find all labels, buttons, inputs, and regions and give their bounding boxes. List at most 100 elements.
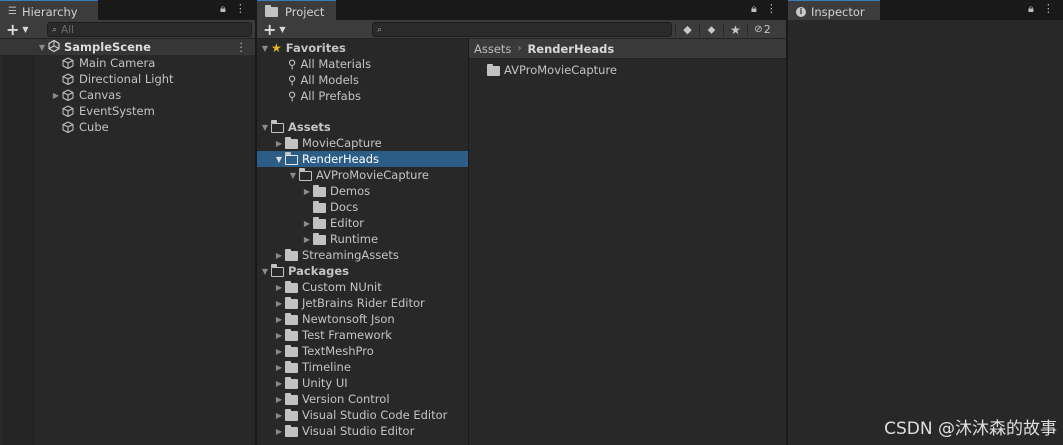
collapsed-arrow-icon[interactable]: ▶ [273,395,285,404]
favorite-item[interactable]: ⚲ All Materials [288,56,371,72]
gameobject-cube-icon [62,89,74,101]
package-label: Unity UI [302,376,348,390]
favorites-label: Favorites [285,41,346,55]
package-item[interactable]: ▶ Test Framework [273,327,392,343]
dropdown-arrow-icon: ▼ [279,25,286,34]
hierarchy-item[interactable]: Directional Light [62,71,174,87]
folder-icon [285,360,298,373]
lock-icon[interactable]: 🔒︎ [220,2,226,16]
collapsed-arrow-icon[interactable]: ▶ [301,235,313,244]
package-item[interactable]: ▶ Custom NUnit [273,279,382,295]
hierarchy-item[interactable]: ▶ Canvas [50,87,121,103]
expand-arrow-icon[interactable]: ▼ [259,267,271,276]
scene-row[interactable]: ▼ SampleScene ⋮ [0,39,255,55]
folder-icon [285,312,298,325]
folder-item-selected[interactable]: ▼ RenderHeads [273,151,379,167]
tab-inspector[interactable]: i Inspector [788,0,880,20]
collapsed-arrow-icon[interactable]: ▶ [50,91,62,100]
favorites-header[interactable]: ▼ ★ Favorites [259,40,346,56]
collapsed-arrow-icon[interactable]: ▶ [273,347,285,356]
gameobject-cube-icon [62,73,74,85]
package-item[interactable]: ▶ Visual Studio Editor [273,423,414,439]
folder-label: RenderHeads [302,152,380,166]
favorite-item[interactable]: ⚲ All Models [288,72,359,88]
folder-icon [285,408,298,421]
folder-icon [285,424,298,437]
package-label: Custom NUnit [302,280,382,294]
folder-label: MovieCapture [302,136,382,150]
collapsed-arrow-icon[interactable]: ▶ [273,411,285,420]
package-item[interactable]: ▶ Newtonsoft Json [273,311,395,327]
folder-label: Demos [330,184,371,198]
collapsed-arrow-icon[interactable]: ▶ [273,315,285,324]
breadcrumb-item[interactable]: Assets [474,42,511,56]
package-label: Newtonsoft Json [302,312,395,326]
package-label: Test Framework [302,328,392,342]
package-item[interactable]: ▶ TextMeshPro [273,343,374,359]
hierarchy-item[interactable]: Cube [62,119,109,135]
folder-item[interactable]: Docs [313,199,358,215]
gameobject-cube-icon [62,105,74,117]
folder-item[interactable]: ▶ Runtime [301,231,378,247]
package-item[interactable]: ▶ Timeline [273,359,351,375]
create-asset-button[interactable]: + ▼ [263,21,286,38]
package-label: TextMeshPro [302,344,374,358]
expand-arrow-icon[interactable]: ▼ [273,155,285,164]
folder-label: Docs [330,200,359,214]
collapsed-arrow-icon[interactable]: ▶ [273,379,285,388]
hierarchy-item-label: EventSystem [79,104,155,118]
breadcrumb-current[interactable]: RenderHeads [527,42,614,56]
tab-project[interactable]: Project [257,0,336,20]
folder-item[interactable]: ▶ StreamingAssets [273,247,399,263]
hierarchy-item-label: Canvas [79,88,122,102]
assets-label: Assets [288,120,331,134]
collapsed-arrow-icon[interactable]: ▶ [273,283,285,292]
unity-logo-icon [48,39,60,55]
expand-arrow-icon[interactable]: ▼ [287,171,299,180]
folder-item[interactable]: ▶ MovieCapture [273,135,382,151]
collapsed-arrow-icon[interactable]: ▶ [273,139,285,148]
expand-arrow-icon[interactable]: ▼ [259,123,271,132]
hierarchy-search-placeholder: All [61,23,75,36]
collapsed-arrow-icon[interactable]: ▶ [273,299,285,308]
expand-arrow-icon[interactable]: ▼ [36,43,48,52]
collapsed-arrow-icon[interactable]: ▶ [273,251,285,260]
hierarchy-tree: ▼ SampleScene ⋮ Main Camera Directional … [0,39,255,445]
hierarchy-item[interactable]: EventSystem [62,103,155,119]
collapsed-arrow-icon[interactable]: ▶ [273,331,285,340]
package-item[interactable]: ▶ Version Control [273,391,390,407]
folder-item[interactable]: ▶ Editor [301,215,364,231]
lock-icon[interactable]: 🔒︎ [1028,2,1034,16]
create-button[interactable]: + ▼ [6,21,29,38]
favorite-item-label: All Prefabs [300,89,362,103]
favorite-item-label: All Models [300,73,359,87]
hierarchy-search-input[interactable]: ⌕ All [47,22,252,37]
folder-open-icon [284,152,298,165]
collapsed-arrow-icon[interactable]: ▶ [273,363,285,372]
kebab-menu-icon[interactable]: ⋮ [1043,2,1054,16]
dropdown-arrow-icon: ▼ [22,25,29,34]
content-folder-item[interactable]: AVProMovieCapture [487,62,617,78]
gameobject-cube-icon [62,121,74,133]
collapsed-arrow-icon[interactable]: ▶ [301,187,313,196]
collapsed-arrow-icon[interactable]: ▶ [301,219,313,228]
tab-hierarchy[interactable]: ☰ Hierarchy [0,0,98,20]
package-item[interactable]: ▶ Visual Studio Code Editor [273,407,447,423]
folder-item[interactable]: ▼ AVProMovieCapture [287,167,429,183]
packages-header[interactable]: ▼ Packages [259,263,349,279]
folder-open-icon [270,264,284,277]
favorite-item[interactable]: ⚲ All Prefabs [288,88,361,104]
tab-project-label: Project [285,4,325,19]
watermark-text: CSDN @沐沐森的故事 [884,419,1057,439]
info-icon: i [796,6,806,17]
collapsed-arrow-icon[interactable]: ▶ [273,427,285,436]
search-icon: ⌕ [52,24,58,35]
assets-header[interactable]: ▼ Assets [259,119,331,135]
hierarchy-item[interactable]: Main Camera [62,55,155,71]
folder-item[interactable]: ▶ Demos [301,183,370,199]
kebab-menu-icon[interactable]: ⋮ [235,2,246,16]
package-item[interactable]: ▶ Unity UI [273,375,348,391]
scene-menu-icon[interactable]: ⋮ [236,40,248,54]
package-item[interactable]: ▶ JetBrains Rider Editor [273,295,425,311]
expand-arrow-icon[interactable]: ▼ [259,44,271,53]
